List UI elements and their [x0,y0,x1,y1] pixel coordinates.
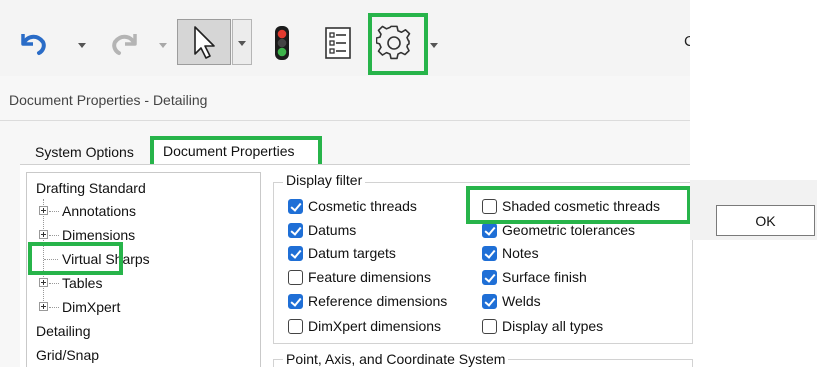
reference-dimensions-checkbox[interactable]: Reference dimensions [288,291,447,311]
tree-item-detailing[interactable]: Detailing [36,320,90,342]
command-toolbar: C [0,0,695,76]
checkbox-checked-icon [288,245,303,261]
option-label: Datums [308,222,357,238]
expand-icon[interactable] [39,278,48,287]
title-separator [0,120,690,121]
options-dropdown-arrow[interactable] [429,42,439,50]
undo-icon [21,34,46,55]
shaded-cosmetic-threads-highlight-box [466,186,691,224]
checkbox-unchecked-icon [288,318,303,334]
chevron-down-icon [237,40,247,48]
tree-connector [49,307,59,308]
undo-dropdown-arrow[interactable] [77,42,87,50]
checkbox-checked-icon [482,269,497,285]
expand-icon[interactable] [39,302,48,311]
tab-document-properties[interactable]: Document Properties [150,136,322,166]
checkbox-checked-icon [288,222,303,238]
option-label: Surface finish [502,269,587,285]
option-label: Notes [502,245,539,261]
option-label: Datum targets [308,245,396,261]
point-axis-coordinate-label: Point, Axis, and Coordinate System [283,351,509,367]
redo-button[interactable] [108,28,140,58]
checkbox-checked-icon [288,293,303,309]
welds-checkbox[interactable]: Welds [482,291,541,311]
rebuild-button[interactable] [272,24,292,62]
tree-item-tables[interactable]: Tables [62,272,102,294]
option-label: Cosmetic threads [308,198,417,214]
option-label: Reference dimensions [308,293,448,309]
options-highlight-box [368,13,428,75]
expand-icon[interactable] [39,206,48,215]
display-filter-label: Display filter [283,172,366,188]
tab-bar: System Options Document Properties [0,131,690,166]
file-properties-button[interactable] [322,25,354,61]
dimxpert-dimensions-checkbox[interactable]: DimXpert dimensions [288,316,441,336]
tree-item-grid-snap[interactable]: Grid/Snap [36,344,99,366]
display-all-types-checkbox[interactable]: Display all types [482,316,603,336]
select-pointer-icon [194,26,215,59]
tab-system-options[interactable]: System Options [31,140,149,164]
option-label: Feature dimensions [308,269,431,285]
tree-connector [49,211,59,212]
rebuild-traffic-light-icon [275,26,289,60]
notes-checkbox[interactable]: Notes [482,243,539,263]
cosmetic-threads-checkbox[interactable]: Cosmetic threads [288,196,417,216]
checkbox-checked-icon [482,222,497,238]
checkbox-unchecked-icon [482,318,497,334]
checkbox-unchecked-icon [288,269,303,285]
file-properties-list-icon [325,27,351,59]
redo-icon [112,34,137,55]
option-label: Display all types [502,318,604,334]
surface-finish-checkbox[interactable]: Surface finish [482,267,587,287]
ok-button[interactable]: OK [716,205,815,236]
select-dropdown-button[interactable] [232,19,252,65]
datums-checkbox[interactable]: Datums [288,220,356,240]
tree-connector [49,283,59,284]
checkbox-checked-icon [482,245,497,261]
expand-icon[interactable] [39,230,48,239]
toolbar-right-background [690,0,817,76]
option-label: Welds [502,293,541,309]
undo-button[interactable] [18,28,48,58]
feature-dimensions-checkbox[interactable]: Feature dimensions [288,267,431,287]
select-button[interactable] [177,19,231,65]
detailing-highlight-box [28,242,123,275]
checkbox-checked-icon [288,198,303,214]
checkbox-checked-icon [482,293,497,309]
dialog-title: Document Properties - Detailing [9,92,208,108]
option-label: DimXpert dimensions [308,318,442,334]
tree-connector [49,235,59,236]
tree-item-dimxpert[interactable]: DimXpert [62,296,120,318]
redo-dropdown-arrow[interactable] [158,42,168,50]
datum-targets-checkbox[interactable]: Datum targets [288,243,396,263]
tree-item-drafting-standard[interactable]: Drafting Standard [36,177,146,199]
tree-item-annotations[interactable]: Annotations [62,200,136,222]
option-label: Geometric tolerances [502,222,636,238]
